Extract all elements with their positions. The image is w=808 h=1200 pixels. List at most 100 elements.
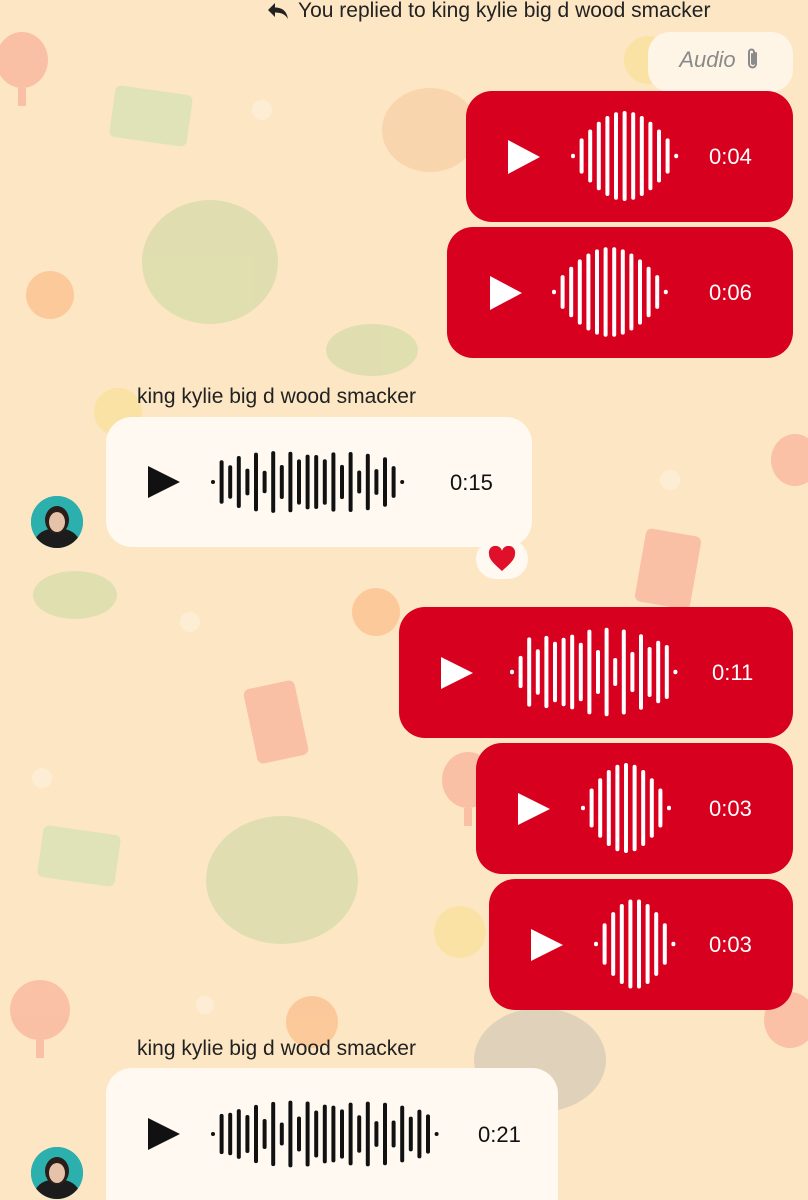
waveform-bar xyxy=(400,1105,405,1163)
waveform-bar xyxy=(279,1122,284,1146)
waveform-bar xyxy=(552,289,556,295)
heart-reaction[interactable] xyxy=(476,539,528,579)
voice-duration: 0:03 xyxy=(709,796,752,821)
play-icon[interactable] xyxy=(146,1116,182,1152)
waveform-bar xyxy=(408,1116,413,1152)
waveform-bar xyxy=(219,1113,224,1155)
voice-message-outgoing[interactable]: 0:11 xyxy=(399,607,793,738)
waveform-bar xyxy=(322,1104,327,1164)
play-icon[interactable] xyxy=(529,927,565,963)
waveform-bar xyxy=(262,1119,267,1149)
play-icon[interactable] xyxy=(516,791,552,827)
waveform-bar xyxy=(236,1109,241,1159)
replied-message-preview[interactable]: Audio xyxy=(648,32,793,92)
waveform[interactable] xyxy=(551,247,677,337)
waveform-bar xyxy=(561,637,566,707)
play-icon[interactable] xyxy=(439,655,475,691)
waveform-bar xyxy=(624,763,628,853)
replied-message-label: Audio xyxy=(679,47,736,72)
waveform-bar xyxy=(615,764,620,852)
sender-name: king kylie big d wood smacker xyxy=(137,385,416,408)
waveform-bar xyxy=(647,646,652,698)
waveform-bar xyxy=(297,459,301,505)
waveform[interactable] xyxy=(580,763,678,853)
waveform-bar xyxy=(671,941,676,947)
waveform-bar xyxy=(658,788,663,828)
waveform-bar xyxy=(374,469,379,495)
sender-name: king kylie big d wood smacker xyxy=(137,1037,416,1060)
waveform-bar xyxy=(236,455,241,509)
voice-duration: 0:04 xyxy=(709,144,752,169)
waveform-bar xyxy=(594,941,598,947)
voice-message-incoming[interactable]: 0:21 xyxy=(106,1068,558,1200)
waveform-bar xyxy=(245,468,250,496)
avatar[interactable] xyxy=(31,496,83,548)
waveform-bar xyxy=(535,649,540,695)
voice-message-outgoing[interactable]: 0:03 xyxy=(476,743,793,874)
waveform-bar xyxy=(656,640,661,704)
waveform[interactable] xyxy=(509,627,683,717)
waveform-bar xyxy=(663,289,668,295)
waveform-bar xyxy=(589,788,594,828)
paperclip-icon xyxy=(747,48,757,69)
waveform-bar xyxy=(655,275,660,309)
waveform-bar xyxy=(664,644,669,700)
waveform-bar xyxy=(340,1109,344,1159)
waveform-bar xyxy=(649,778,654,838)
reply-header-text: You replied to king kylie big d wood sma… xyxy=(298,0,711,22)
waveform-bar xyxy=(586,253,591,331)
waveform-bar xyxy=(596,649,600,695)
waveform-bar xyxy=(579,138,584,174)
waveform-bar xyxy=(657,129,661,183)
play-icon[interactable] xyxy=(487,274,525,312)
voice-message-outgoing[interactable]: 0:06 xyxy=(447,227,793,358)
waveform-bar xyxy=(211,480,215,484)
waveform-bar xyxy=(314,454,319,510)
waveform-bar xyxy=(383,1102,387,1166)
waveform-bar xyxy=(391,466,396,498)
waveform-bar xyxy=(588,129,593,183)
waveform[interactable] xyxy=(570,111,682,201)
voice-duration: 0:21 xyxy=(478,1122,521,1147)
waveform-bar xyxy=(665,138,670,174)
waveform-bar xyxy=(357,1115,362,1153)
waveform-bar xyxy=(577,259,582,325)
play-icon[interactable] xyxy=(146,464,182,500)
waveform-bar xyxy=(630,651,635,693)
waveform-bar xyxy=(612,247,617,337)
waveform-bar xyxy=(581,805,585,811)
waveform[interactable] xyxy=(210,1099,442,1169)
waveform-bar xyxy=(322,459,327,505)
waveform-bar xyxy=(667,805,671,811)
waveform-bar xyxy=(639,115,644,197)
voice-message-outgoing[interactable]: 0:04 xyxy=(466,91,793,222)
waveform-bar xyxy=(510,669,514,675)
waveform-bar xyxy=(391,1120,396,1148)
voice-message-outgoing[interactable]: 0:03 xyxy=(489,879,793,1010)
reply-header: You replied to king kylie big d wood sma… xyxy=(266,0,710,22)
voice-duration: 0:15 xyxy=(450,470,493,495)
waveform-bar xyxy=(569,266,574,318)
waveform[interactable] xyxy=(593,899,679,989)
waveform-bar xyxy=(527,637,532,707)
waveform-bar xyxy=(632,764,637,852)
waveform-bar xyxy=(646,266,651,318)
waveform-bar xyxy=(645,903,650,985)
waveform-bar xyxy=(605,115,610,197)
avatar[interactable] xyxy=(31,1147,83,1199)
waveform-bar xyxy=(662,923,667,965)
play-icon[interactable] xyxy=(505,138,543,176)
waveform-bar xyxy=(639,634,643,710)
voice-message-incoming[interactable]: 0:15 xyxy=(106,417,532,547)
waveform-bar xyxy=(279,465,284,499)
waveform-bar xyxy=(228,465,233,499)
waveform-bar xyxy=(673,669,678,675)
waveform-bar xyxy=(365,1101,370,1167)
waveform-bar xyxy=(560,275,565,309)
waveform-bar xyxy=(271,451,276,513)
waveform-bar xyxy=(595,249,599,335)
waveform-bar xyxy=(674,153,679,159)
waveform-bar xyxy=(544,635,549,709)
waveform[interactable] xyxy=(210,449,412,515)
waveform-bar xyxy=(331,1105,336,1163)
